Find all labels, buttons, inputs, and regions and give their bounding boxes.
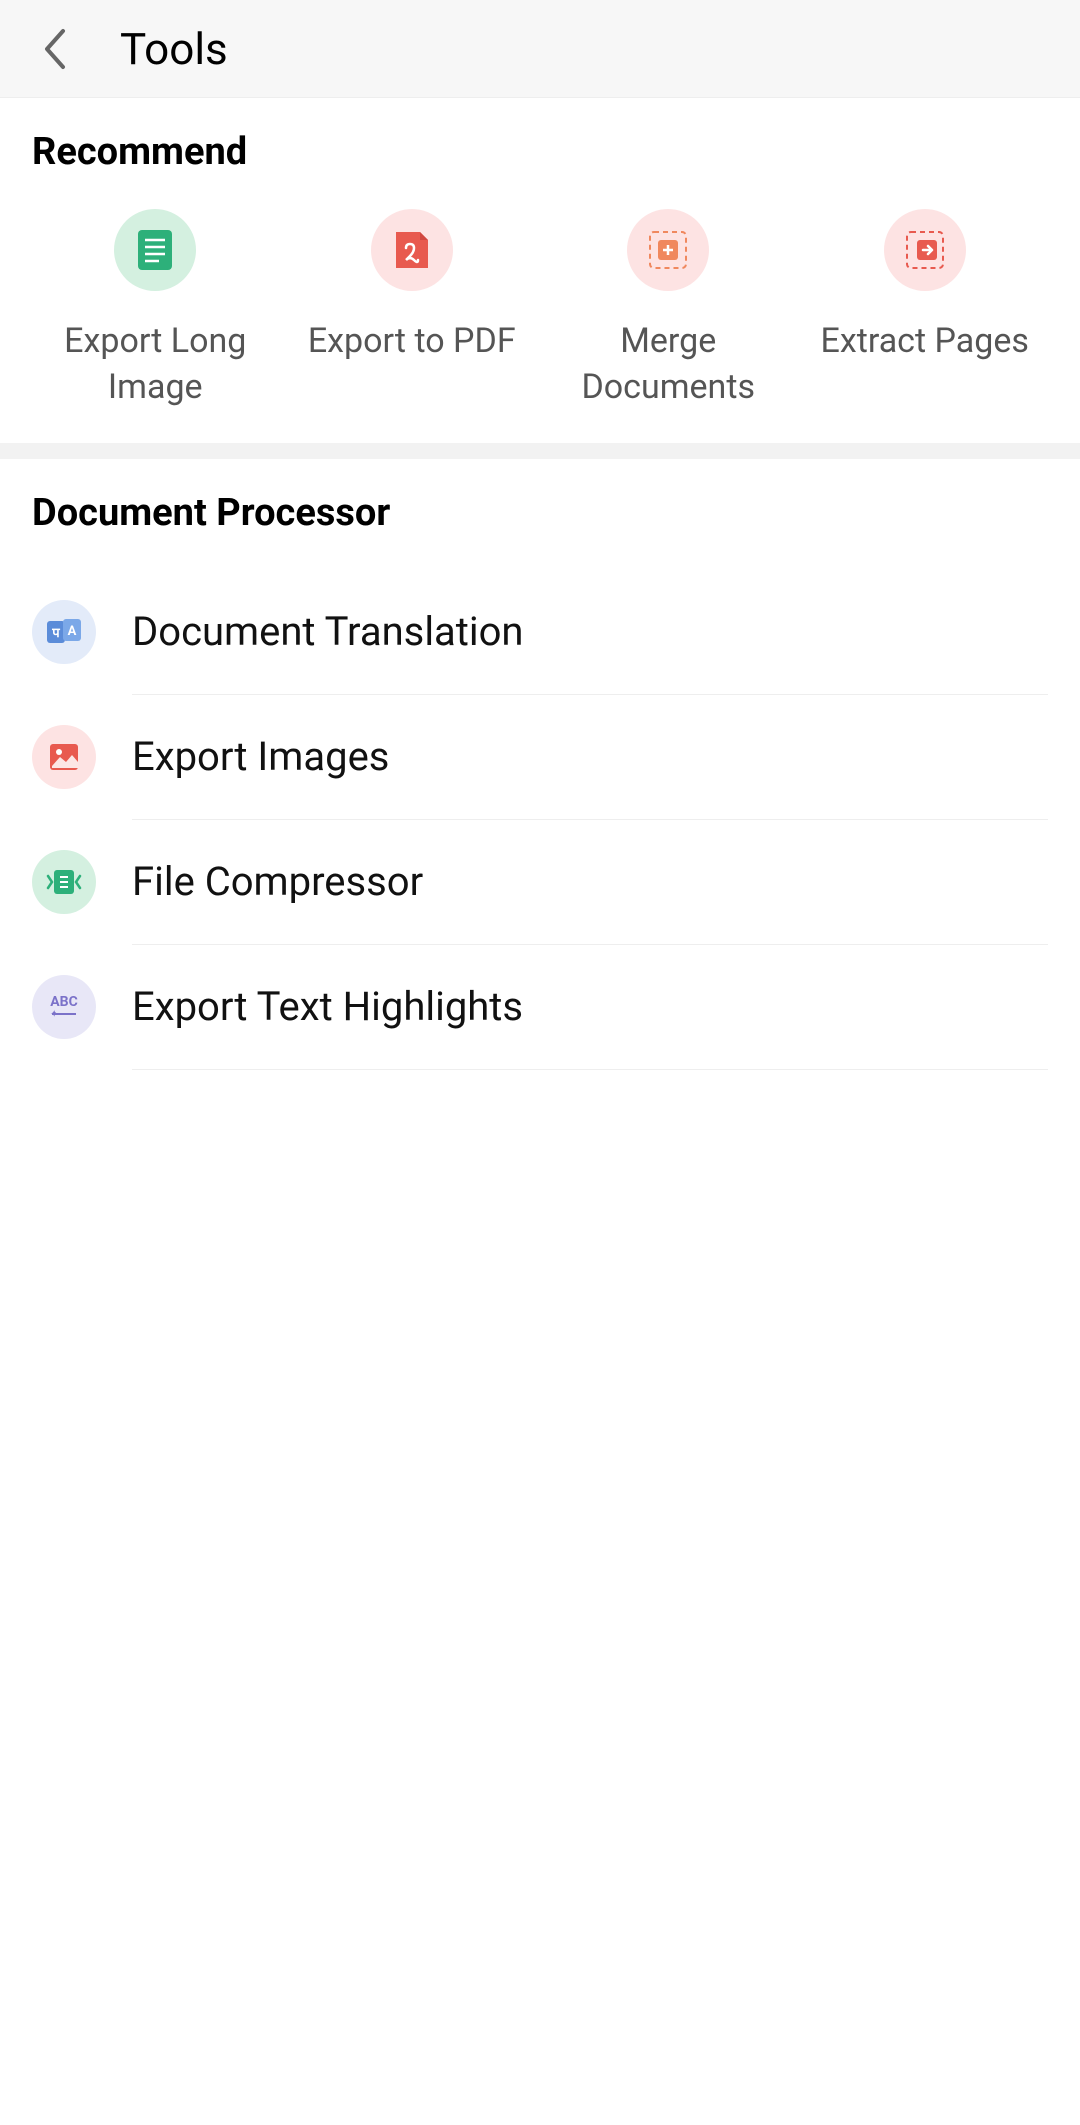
list-label: File Compressor [132, 858, 423, 905]
extract-pages-icon [884, 209, 966, 291]
section-separator [0, 443, 1080, 459]
recommend-section: Recommend Export Long Image [0, 98, 1080, 443]
recommend-label: Export to PDF [308, 319, 516, 365]
processor-file-compressor[interactable]: File Compressor [32, 820, 1048, 944]
export-long-image-icon [114, 209, 196, 291]
export-images-icon [32, 725, 96, 789]
file-compressor-icon [32, 850, 96, 914]
export-text-highlights-icon: ABC ✦ [32, 975, 96, 1039]
processor-title: Document Processor [32, 491, 1048, 535]
list-label: Export Images [132, 733, 389, 780]
document-translation-icon: प A [32, 600, 96, 664]
back-button[interactable] [30, 24, 80, 74]
list-label: Export Text Highlights [132, 983, 523, 1030]
recommend-export-to-pdf[interactable]: Export to PDF [289, 209, 536, 411]
recommend-grid: Export Long Image Export to PDF [32, 209, 1048, 411]
processor-document-translation[interactable]: प A Document Translation [32, 570, 1048, 694]
recommend-export-long-image[interactable]: Export Long Image [32, 209, 279, 411]
recommend-merge-documents[interactable]: Merge Documents [545, 209, 792, 411]
recommend-label: Extract Pages [821, 319, 1029, 365]
recommend-label: Export Long Image [32, 319, 279, 411]
list-divider [132, 1069, 1048, 1070]
page-title: Tools [120, 23, 228, 75]
processor-export-text-highlights[interactable]: ABC ✦ Export Text Highlights [32, 945, 1048, 1069]
export-to-pdf-icon [371, 209, 453, 291]
recommend-label: Merge Documents [545, 319, 792, 411]
svg-text:A: A [68, 624, 77, 639]
header: Tools [0, 0, 1080, 98]
merge-documents-icon [627, 209, 709, 291]
processor-export-images[interactable]: Export Images [32, 695, 1048, 819]
chevron-left-icon [41, 27, 69, 71]
recommend-title: Recommend [32, 130, 1048, 174]
svg-text:प: प [51, 626, 60, 641]
recommend-extract-pages[interactable]: Extract Pages [802, 209, 1049, 411]
svg-text:✦: ✦ [50, 1009, 58, 1020]
svg-text:ABC: ABC [50, 994, 78, 1010]
processor-section: Document Processor प A Document Translat… [0, 459, 1080, 1102]
list-label: Document Translation [132, 608, 524, 655]
